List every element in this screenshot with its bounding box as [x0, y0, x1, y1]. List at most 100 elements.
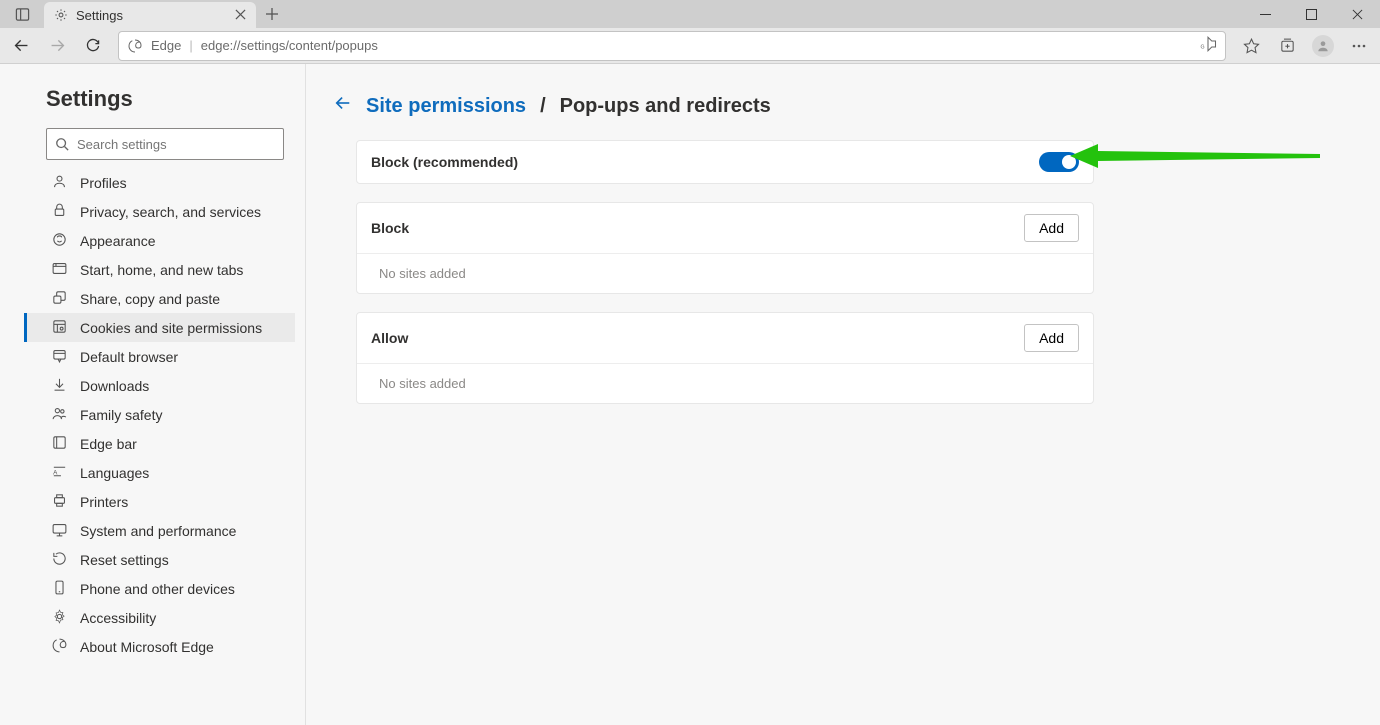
sidebar-item-icon — [51, 521, 68, 541]
allow-list-add-button[interactable]: Add — [1024, 324, 1079, 352]
search-icon — [55, 137, 69, 151]
sidebar-item-label: Printers — [80, 494, 128, 510]
sidebar-item-privacy-search-and-services[interactable]: Privacy, search, and services — [24, 197, 295, 226]
minimize-icon — [1260, 9, 1271, 20]
sidebar-item-icon — [51, 202, 68, 222]
breadcrumb-back-button[interactable] — [334, 94, 352, 118]
gear-icon — [54, 8, 68, 22]
address-bar[interactable]: Edge | edge://settings/content/popups G — [118, 31, 1226, 61]
sidebar-item-share-copy-and-paste[interactable]: Share, copy and paste — [24, 284, 295, 313]
window-maximize-button[interactable] — [1288, 0, 1334, 28]
block-list-add-button[interactable]: Add — [1024, 214, 1079, 242]
sidebar-item-profiles[interactable]: Profiles — [24, 168, 295, 197]
sidebar-item-label: Default browser — [80, 349, 178, 365]
read-aloud-icon: G — [1199, 35, 1217, 53]
annotation-arrow — [1070, 136, 1320, 179]
sidebar-item-system-and-performance[interactable]: System and performance — [24, 516, 295, 545]
favorites-button[interactable] — [1234, 31, 1268, 61]
tab-close-button[interactable] — [235, 8, 246, 23]
tab-actions-button[interactable] — [0, 0, 44, 28]
back-arrow-icon — [334, 94, 352, 112]
sidebar-item-about-microsoft-edge[interactable]: About Microsoft Edge — [24, 632, 295, 661]
sidebar-item-icon — [51, 173, 68, 193]
settings-search-input[interactable] — [77, 137, 275, 152]
breadcrumb: Site permissions / Pop-ups and redirects — [330, 94, 1344, 118]
maximize-icon — [1306, 9, 1317, 20]
sidebar-item-icon — [51, 289, 68, 309]
nav-refresh-button[interactable] — [76, 31, 110, 61]
sidebar-item-label: Edge bar — [80, 436, 137, 452]
address-brand-label: Edge — [151, 38, 181, 53]
sidebar-item-family-safety[interactable]: Family safety — [24, 400, 295, 429]
allow-list-empty: No sites added — [357, 363, 1093, 403]
settings-heading: Settings — [24, 86, 295, 112]
sidebar-item-downloads[interactable]: Downloads — [24, 371, 295, 400]
window-close-button[interactable] — [1334, 0, 1380, 28]
sidebar-item-accessibility[interactable]: Accessibility — [24, 603, 295, 632]
sidebar-item-icon — [51, 347, 68, 367]
sidebar-item-label: Profiles — [80, 175, 127, 191]
breadcrumb-separator: / — [540, 95, 546, 118]
nav-forward-button[interactable] — [40, 31, 74, 61]
block-list-title: Block — [371, 220, 409, 236]
sidebar-item-cookies-and-site-permissions[interactable]: Cookies and site permissions — [24, 313, 295, 342]
sidebar-item-edge-bar[interactable]: Edge bar — [24, 429, 295, 458]
sidebar-item-label: Start, home, and new tabs — [80, 262, 243, 278]
sidebar-item-label: Phone and other devices — [80, 581, 235, 597]
arrow-icon — [1070, 136, 1320, 176]
avatar-icon — [1312, 35, 1334, 57]
sidebar-item-default-browser[interactable]: Default browser — [24, 342, 295, 371]
block-list-card: Block Add No sites added — [356, 202, 1094, 294]
sidebar-item-label: Reset settings — [80, 552, 169, 568]
sidebar-item-start-home-and-new-tabs[interactable]: Start, home, and new tabs — [24, 255, 295, 284]
ellipsis-icon — [1351, 38, 1367, 54]
allow-list-title: Allow — [371, 330, 408, 346]
sidebar-item-label: Accessibility — [80, 610, 156, 626]
close-icon — [235, 9, 246, 20]
sidebar-item-icon — [51, 260, 68, 280]
window-minimize-button[interactable] — [1242, 0, 1288, 28]
browser-tab-settings[interactable]: Settings — [44, 2, 256, 28]
sidebar-item-label: Privacy, search, and services — [80, 204, 261, 220]
svg-text:G: G — [1201, 45, 1205, 51]
profile-button[interactable] — [1306, 31, 1340, 61]
sidebar-item-appearance[interactable]: Appearance — [24, 226, 295, 255]
address-separator: | — [189, 38, 192, 53]
settings-content: Settings Profiles Privacy, search, and se… — [0, 64, 1380, 725]
sidebar-item-label: Share, copy and paste — [80, 291, 220, 307]
app-menu-button[interactable] — [1342, 31, 1376, 61]
sidebar-item-label: Appearance — [80, 233, 156, 249]
window-titlebar: Settings — [0, 0, 1380, 28]
sidebar-item-icon — [51, 608, 68, 628]
sidebar-item-icon — [51, 318, 68, 338]
edge-logo-icon — [127, 38, 143, 54]
read-aloud-button[interactable]: G — [1199, 35, 1217, 56]
collections-icon — [1279, 37, 1296, 54]
new-tab-button[interactable] — [256, 0, 288, 28]
nav-back-button[interactable] — [4, 31, 38, 61]
sidebar-item-printers[interactable]: Printers — [24, 487, 295, 516]
browser-toolbar: Edge | edge://settings/content/popups G — [0, 28, 1380, 64]
sidebar-item-label: Languages — [80, 465, 149, 481]
sidebar-item-label: Cookies and site permissions — [80, 320, 262, 336]
sidebar-item-reset-settings[interactable]: Reset settings — [24, 545, 295, 574]
sidebar-item-icon — [51, 434, 68, 454]
sidebar-item-icon — [51, 492, 68, 512]
block-recommended-toggle[interactable] — [1039, 152, 1079, 172]
collections-button[interactable] — [1270, 31, 1304, 61]
sidebar-item-icon — [51, 405, 68, 425]
star-icon — [1243, 37, 1260, 54]
tab-actions-icon — [15, 7, 30, 22]
settings-search[interactable] — [46, 128, 284, 160]
sidebar-item-languages[interactable]: ALanguages — [24, 458, 295, 487]
address-url: edge://settings/content/popups — [201, 38, 378, 53]
breadcrumb-parent-link[interactable]: Site permissions — [366, 95, 526, 118]
allow-list-card: Allow Add No sites added — [356, 312, 1094, 404]
tab-title: Settings — [76, 8, 123, 23]
sidebar-item-icon — [51, 231, 68, 251]
refresh-icon — [85, 38, 101, 54]
sidebar-item-phone-and-other-devices[interactable]: Phone and other devices — [24, 574, 295, 603]
sidebar-item-label: Family safety — [80, 407, 162, 423]
sidebar-item-label: Downloads — [80, 378, 149, 394]
sidebar-item-icon — [51, 579, 68, 599]
